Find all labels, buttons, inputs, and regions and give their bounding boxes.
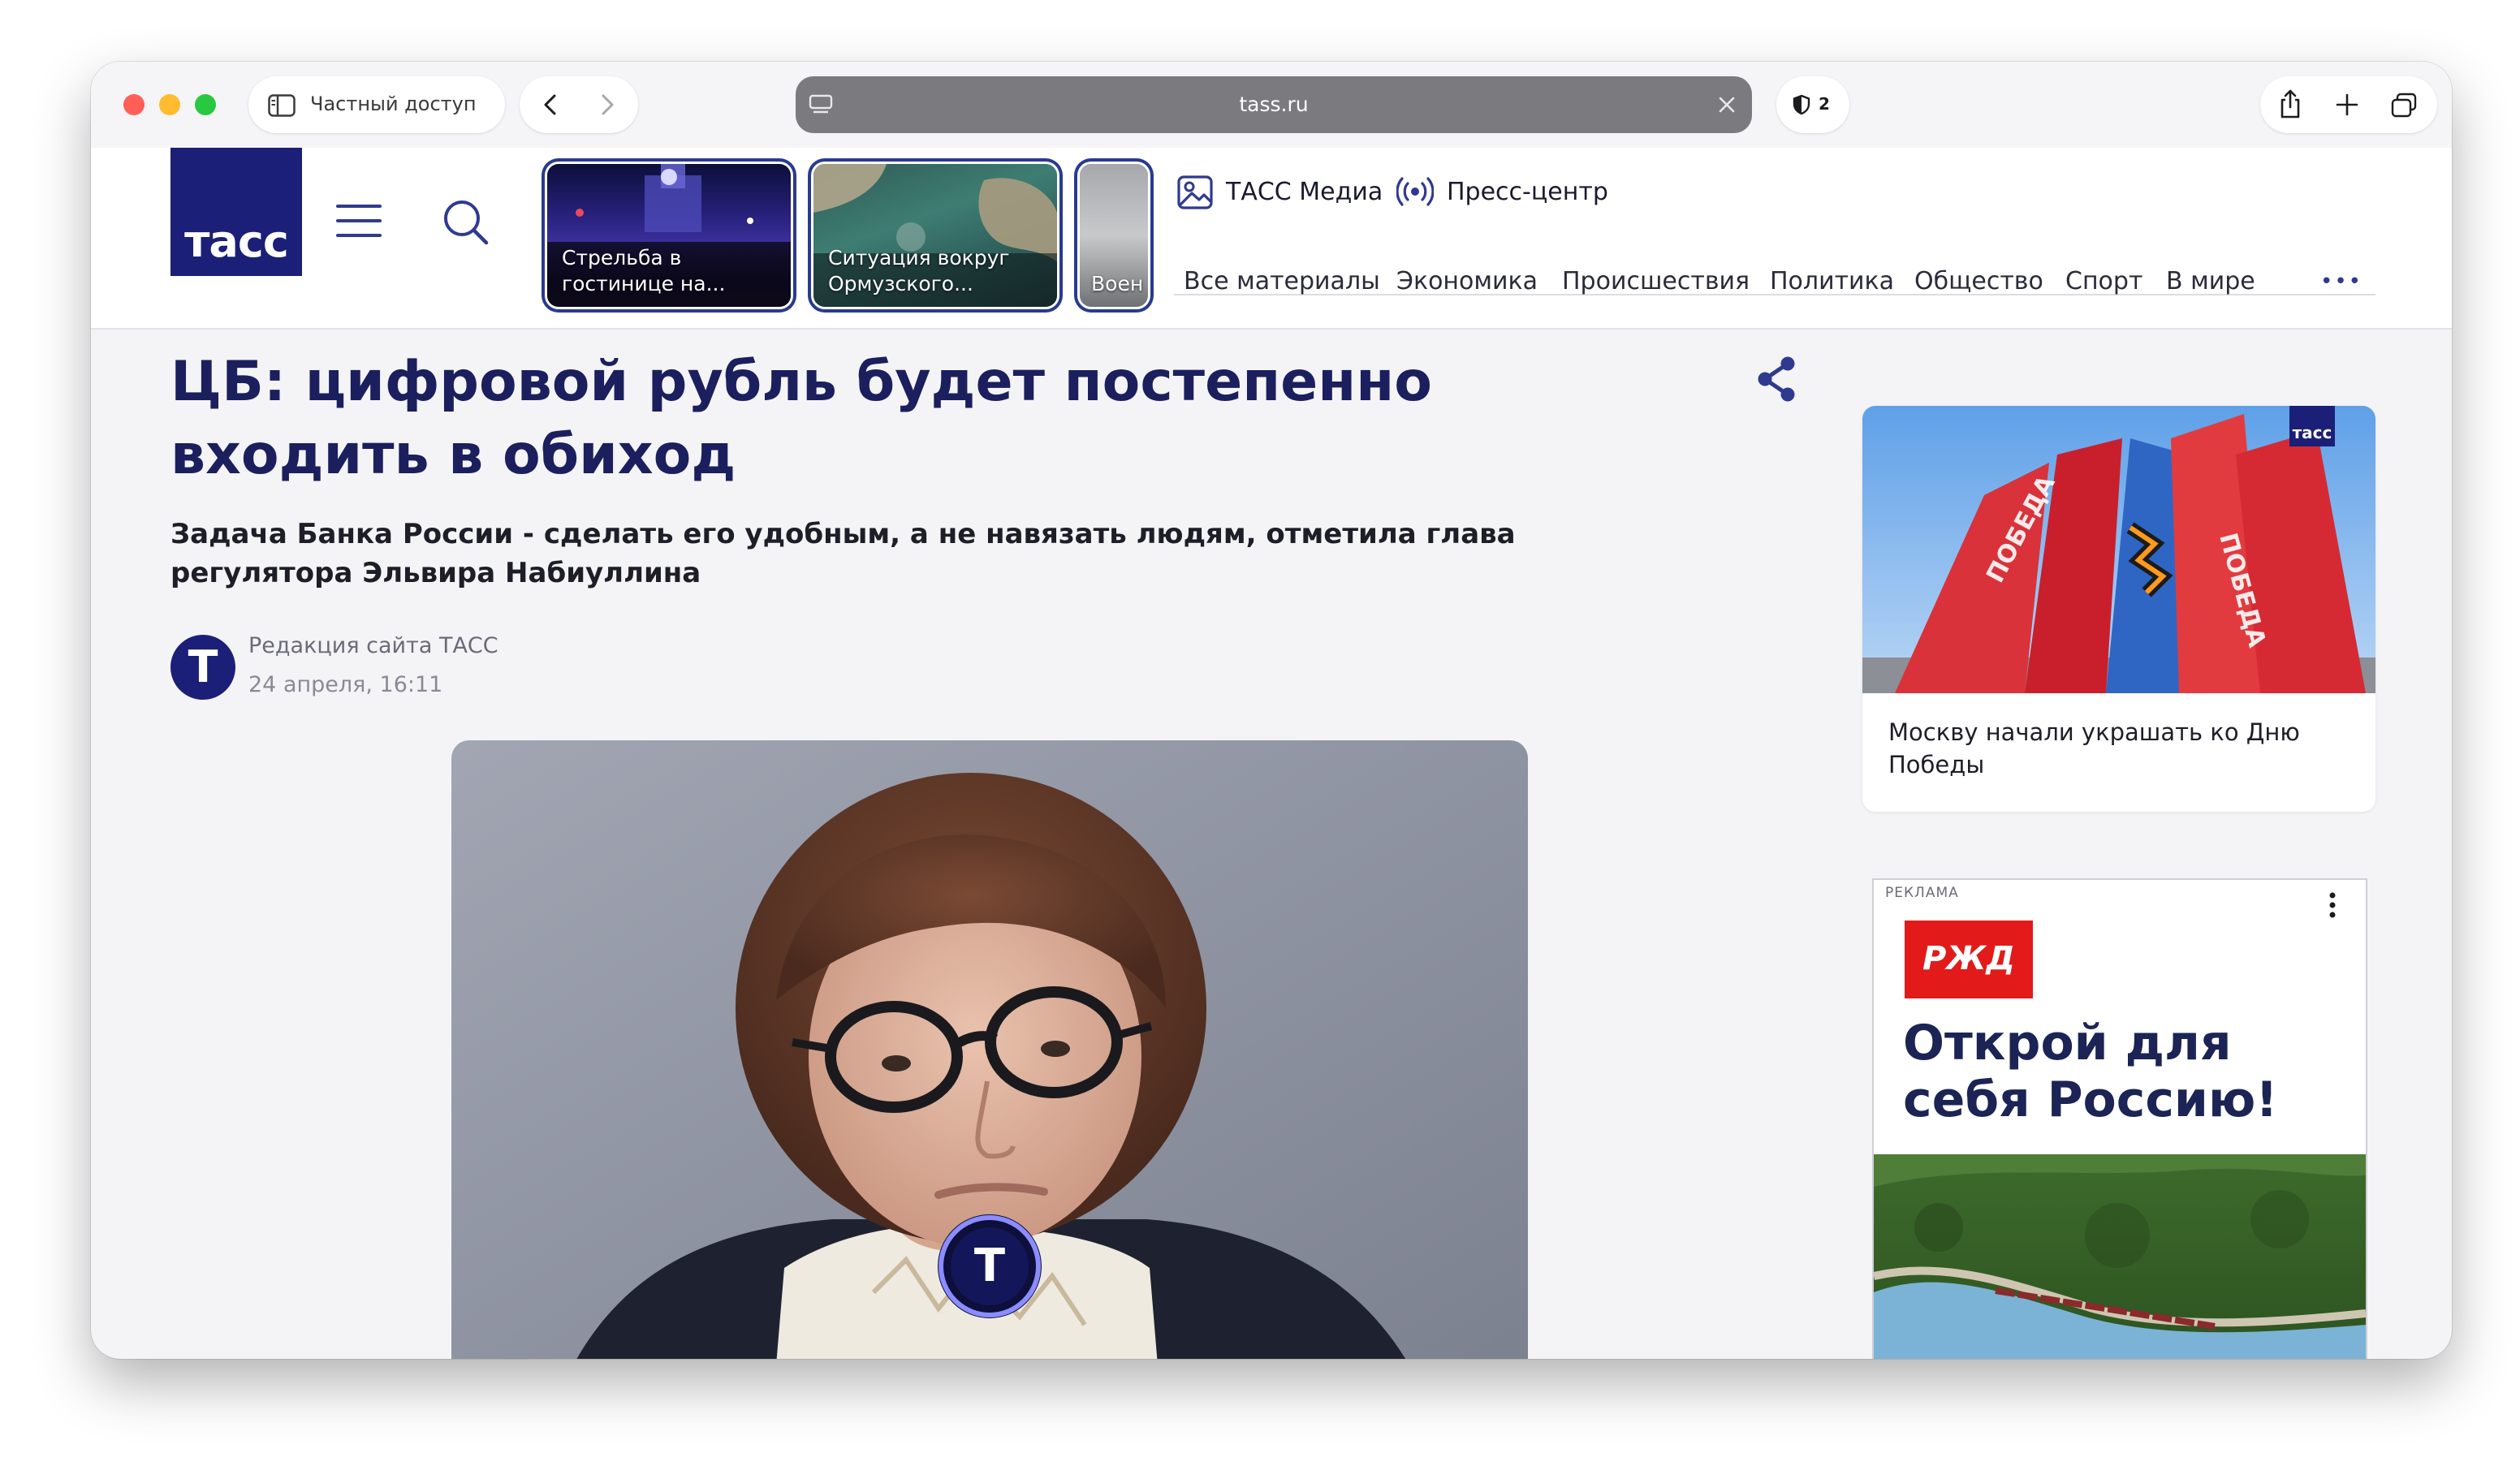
story-card[interactable]: Воен на Ук (1080, 164, 1148, 307)
tass-media-link[interactable]: ТАСС Медиа (1226, 172, 1383, 213)
rzd-logo: РЖД (1905, 921, 2033, 998)
share-icon[interactable] (2278, 88, 2302, 119)
window-actions (2260, 76, 2437, 133)
advertisement-banner[interactable]: РЕКЛАМА РЖД Открой для себя Россию! (1872, 878, 2367, 1359)
story-title: Ситуация вокруг Ормузского... (828, 246, 1010, 295)
press-center-link[interactable]: Пресс-центр (1447, 172, 1608, 213)
forward-arrow-icon[interactable] (594, 93, 619, 117)
minimize-window-button[interactable] (159, 94, 180, 115)
article-lead: Задача Банка России - сделать его удобны… (170, 518, 1516, 589)
tab-overview-icon[interactable] (2390, 93, 2418, 119)
tass-logo-text: тасс (184, 216, 289, 267)
nav-politics[interactable]: Политика (1770, 261, 1894, 302)
hamburger-menu-icon[interactable] (336, 203, 382, 239)
story-title: Стрельба в гостинице на... (562, 246, 726, 295)
broadcast-icon (1396, 177, 1434, 206)
card-photo-victory-flags: тасс ПОБЕДА ПОБЕДА (1862, 406, 2375, 693)
url-text: tass.ru (1239, 93, 1309, 116)
photo-badge-letter: Т (973, 1240, 1006, 1292)
article-date: 24 апреля, 16:11 (248, 672, 443, 697)
ad-label: РЕКЛАМА (1885, 885, 1959, 901)
private-browsing-label: Частный доступ (310, 93, 477, 115)
nav-society[interactable]: Общество (1914, 261, 2043, 302)
shield-icon (1793, 94, 1810, 115)
history-navigation (520, 76, 638, 133)
author-name[interactable]: Редакция сайта ТАСС (248, 633, 498, 658)
ad-options-icon[interactable] (2328, 891, 2337, 919)
back-arrow-icon[interactable] (539, 93, 563, 117)
nav-sport[interactable]: Спорт (2065, 261, 2142, 302)
private-browsing-tab-group[interactable]: Частный доступ (248, 76, 505, 133)
tracker-count: 2 (1819, 94, 1830, 114)
media-image-icon (1177, 175, 1213, 209)
author-avatar-letter: Т (188, 641, 218, 692)
article-headline: ЦБ: цифровой рубль будет постепенно вход… (170, 350, 1432, 487)
ad-photo-railway-landscape (1874, 1154, 2366, 1359)
privacy-report-button[interactable]: 2 (1776, 76, 1849, 133)
search-icon[interactable] (442, 198, 489, 245)
story-title: Воен на Ук (1091, 272, 1148, 295)
author-avatar[interactable]: Т (170, 635, 235, 700)
close-window-button[interactable] (123, 94, 145, 115)
nav-incidents[interactable]: Происшествия (1562, 261, 1750, 302)
clear-url-icon[interactable] (1718, 96, 1736, 114)
share-article-icon[interactable] (1755, 356, 1799, 403)
browser-window: Частный доступ tass.ru 2 тасс Стрельба в… (91, 62, 2452, 1359)
nav-economy[interactable]: Экономика (1396, 261, 1538, 302)
tass-logo[interactable]: тасс (170, 148, 302, 276)
browser-toolbar: Частный доступ tass.ru 2 (91, 62, 2452, 148)
new-tab-icon[interactable] (2335, 93, 2359, 117)
zoom-window-button[interactable] (195, 94, 216, 115)
ad-headline: Открой для себя Россию! (1903, 1015, 2278, 1128)
card-photo-badge: тасс (2293, 423, 2332, 442)
related-news-title: Москву начали украшать ко Дню Победы (1888, 718, 2300, 778)
rzd-logo-text: РЖД (1922, 940, 2015, 977)
nav-world[interactable]: В мире (2166, 261, 2255, 302)
address-bar[interactable]: tass.ru (796, 76, 1752, 133)
site-header: тасс Стрельба в гостинице на... Ситуация… (91, 148, 2452, 330)
story-card[interactable]: Ситуация вокруг Ормузского... (813, 164, 1057, 307)
related-news-card[interactable]: тасс ПОБЕДА ПОБЕДА Москву начали украшат… (1862, 406, 2375, 812)
sidebar-icon (268, 94, 296, 117)
story-card[interactable]: Стрельба в гостинице на... (547, 164, 791, 307)
nav-all-materials[interactable]: Все материалы (1184, 261, 1380, 302)
nav-more-button[interactable]: ••• (2320, 261, 2362, 302)
article-photo: Т (451, 740, 1528, 1359)
